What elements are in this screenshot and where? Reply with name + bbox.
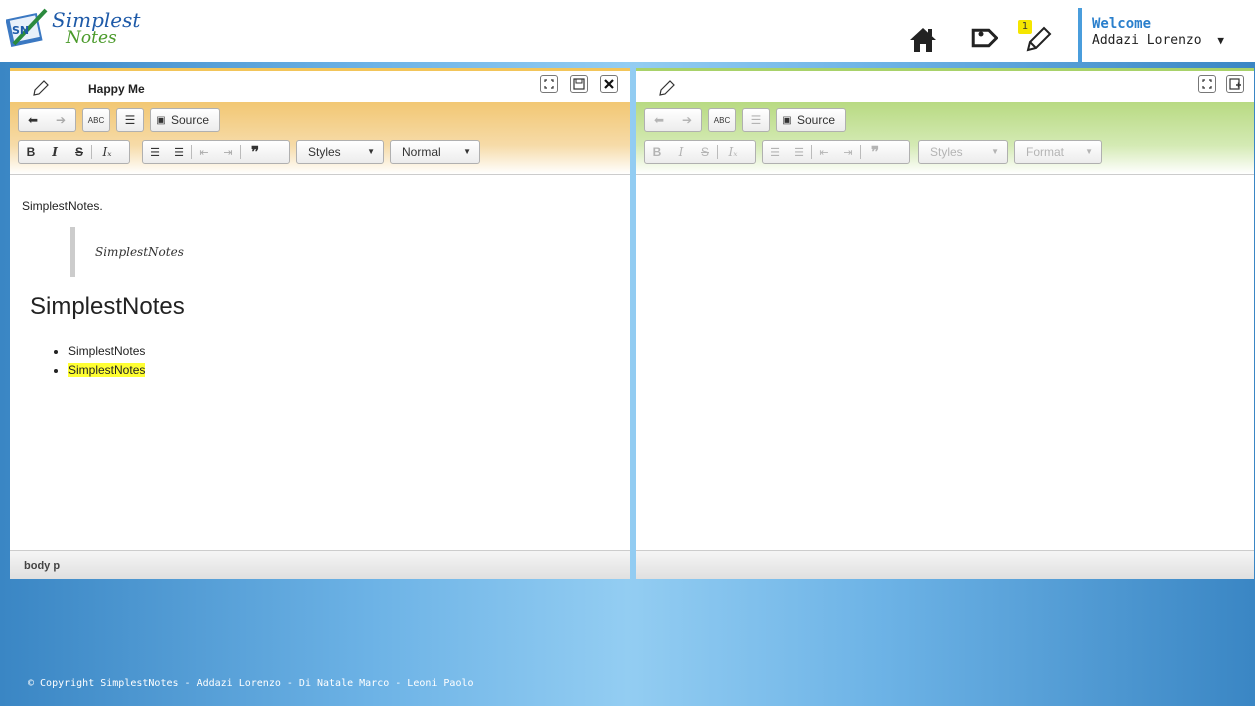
spellcheck-button[interactable]: ABC [708, 108, 736, 132]
notification-badge: 1 [1018, 20, 1032, 34]
strikethrough-button[interactable]: S [693, 141, 717, 163]
numbered-list-icon[interactable]: ☰ [763, 141, 787, 163]
save-icon [573, 78, 585, 90]
remove-format-button[interactable]: Iₓ [92, 141, 122, 163]
editor-content-area[interactable]: SimplestNotes. SimplestNotes SimplestNot… [10, 175, 630, 549]
format-dropdown[interactable]: Normal ▼ [390, 140, 480, 164]
maximize-icon [544, 79, 554, 89]
maximize-button[interactable] [1198, 75, 1216, 93]
tag-icon[interactable] [964, 22, 998, 56]
source-icon: ▣ [156, 114, 166, 126]
save-button[interactable] [570, 75, 588, 93]
redo-icon[interactable]: ➔ [47, 109, 75, 131]
spellcheck-button[interactable]: ABC [82, 108, 110, 132]
content-blockquote: SimplestNotes [70, 227, 184, 277]
format-label: Normal [402, 145, 441, 159]
copyright-footer: © Copyright SimplestNotes - Addazi Loren… [28, 678, 474, 689]
main-area: Happy Me ⬅ ➔ ABC ☰ ▣ Source B I S Iₓ ☰ ☰… [0, 62, 1255, 706]
note-title[interactable]: Happy Me [88, 82, 145, 96]
maximize-icon [1202, 79, 1212, 89]
content-paragraph: SimplestNotes. [22, 199, 103, 213]
undo-redo-group: ⬅ ➔ [18, 108, 76, 132]
svg-text:SN: SN [12, 24, 29, 37]
editor-title-bar: Happy Me [10, 68, 630, 105]
editor-status-bar: body p [10, 550, 630, 579]
basic-styles-group: B I S Iₓ [18, 140, 130, 164]
editor-title-bar [636, 68, 1254, 105]
app-header: SN Simplest Notes 1 Welcome Addazi Loren… [0, 0, 1255, 62]
close-icon [604, 79, 614, 89]
styles-dropdown[interactable]: Styles ▼ [296, 140, 384, 164]
user-menu[interactable]: Welcome Addazi Lorenzo ▼ [1078, 8, 1224, 62]
source-icon: ▣ [782, 114, 792, 126]
blockquote-icon[interactable]: ❞ [861, 141, 889, 163]
undo-icon[interactable]: ⬅ [19, 109, 47, 131]
pencil-icon [33, 80, 49, 96]
app-logo[interactable]: SN Simplest Notes [5, 6, 140, 50]
format-dropdown[interactable]: Format ▼ [1014, 140, 1102, 164]
bold-button[interactable]: B [645, 141, 669, 163]
source-button[interactable]: ▣ Source [150, 108, 220, 132]
pencil-icon [659, 80, 675, 96]
list-indent-group: ☰ ☰ ⇤ ⇥ ❞ [142, 140, 290, 164]
styles-label: Styles [308, 145, 341, 159]
justify-button[interactable]: ☰ [116, 108, 144, 132]
chevron-down-icon: ▼ [367, 147, 375, 156]
list-indent-group: ☰ ☰ ⇤ ⇥ ❞ [762, 140, 910, 164]
maximize-button[interactable] [540, 75, 558, 93]
caret-down-icon[interactable]: ▼ [1217, 34, 1224, 47]
right-note-editor: ⬅ ➔ ABC ☰ ▣ Source B I S Iₓ ☰ ☰ ⇤ ⇥ ❞ St… [636, 68, 1254, 579]
source-label: Source [797, 113, 836, 127]
notepad-logo-icon: SN [5, 8, 48, 48]
editor-content-area[interactable] [636, 175, 1254, 549]
new-note-button[interactable] [1226, 75, 1244, 93]
indent-icon[interactable]: ⇥ [836, 141, 860, 163]
logo-text-notes: Notes [66, 28, 117, 48]
editor-toolbar: ⬅ ➔ ABC ☰ ▣ Source B I S Iₓ ☰ ☰ ⇤ ⇥ ❞ St… [10, 102, 630, 175]
basic-styles-group: B I S Iₓ [644, 140, 756, 164]
justify-button[interactable]: ☰ [742, 108, 770, 132]
welcome-label: Welcome [1092, 16, 1152, 32]
outdent-icon[interactable]: ⇤ [192, 141, 216, 163]
source-label: Source [171, 113, 210, 127]
bulleted-list-icon[interactable]: ☰ [787, 141, 811, 163]
align-justify-icon: ☰ [750, 113, 762, 127]
align-justify-icon: ☰ [124, 113, 136, 127]
strikethrough-button[interactable]: S [67, 141, 91, 163]
highlighted-text: SimplestNotes [68, 363, 146, 377]
styles-dropdown[interactable]: Styles ▼ [918, 140, 1008, 164]
element-path[interactable]: body p [24, 560, 60, 572]
source-button[interactable]: ▣ Source [776, 108, 846, 132]
close-button[interactable] [600, 75, 618, 93]
chevron-down-icon: ▼ [1085, 147, 1093, 156]
remove-format-button[interactable]: Iₓ [718, 141, 748, 163]
spellcheck-icon: ABC [713, 115, 731, 125]
indent-icon[interactable]: ⇥ [216, 141, 240, 163]
redo-icon[interactable]: ➔ [673, 109, 701, 131]
add-note-icon [1229, 78, 1241, 90]
chevron-down-icon: ▼ [991, 147, 999, 156]
list-item: SimplestNotes [68, 344, 145, 358]
bulleted-list-icon[interactable]: ☰ [167, 141, 191, 163]
outdent-icon[interactable]: ⇤ [812, 141, 836, 163]
undo-icon[interactable]: ⬅ [645, 109, 673, 131]
editor-status-bar [636, 550, 1254, 579]
undo-redo-group: ⬅ ➔ [644, 108, 702, 132]
content-bullet-list: SimplestNotes SimplestNotes [52, 344, 146, 382]
spellcheck-icon: ABC [87, 115, 105, 125]
bold-button[interactable]: B [19, 141, 43, 163]
list-item: SimplestNotes [68, 363, 146, 377]
numbered-list-icon[interactable]: ☰ [143, 141, 167, 163]
user-name: Addazi Lorenzo [1092, 33, 1202, 48]
italic-button[interactable]: I [669, 141, 693, 163]
italic-button[interactable]: I [43, 141, 67, 163]
chevron-down-icon: ▼ [463, 147, 471, 156]
format-label: Format [1026, 145, 1065, 159]
left-note-editor: Happy Me ⬅ ➔ ABC ☰ ▣ Source B I S Iₓ ☰ ☰… [10, 68, 630, 579]
blockquote-icon[interactable]: ❞ [241, 141, 269, 163]
editor-toolbar: ⬅ ➔ ABC ☰ ▣ Source B I S Iₓ ☰ ☰ ⇤ ⇥ ❞ St… [636, 102, 1254, 175]
content-heading: SimplestNotes [30, 293, 185, 320]
home-icon[interactable] [906, 22, 940, 56]
styles-label: Styles [930, 145, 963, 159]
